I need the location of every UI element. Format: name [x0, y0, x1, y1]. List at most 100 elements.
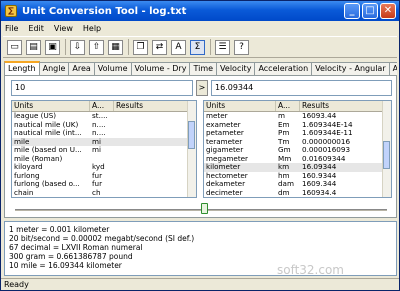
- tab-time[interactable]: Time: [189, 62, 218, 75]
- tab-velocity-angular[interactable]: Velocity - Angular: [311, 62, 390, 75]
- convert-arrow-button[interactable]: >: [196, 80, 208, 96]
- toolbar: ▭ ▤ ▣ ⇩ ⇧ ▦ ❐ ⇄ A Σ ☰ ?: [3, 36, 397, 58]
- tab-length[interactable]: Length: [4, 61, 40, 75]
- list-cell-abbr: Gm: [278, 146, 291, 154]
- list-cell-abbr: hm: [278, 171, 290, 180]
- list-cell-result: [114, 180, 188, 189]
- menu-help[interactable]: Help: [83, 24, 101, 33]
- open-icon[interactable]: ▤: [26, 39, 41, 55]
- source-unit-list[interactable]: Units A... Results league (US) st.... naut…: [11, 100, 197, 198]
- list-cell-abbr: ch: [92, 188, 101, 197]
- list-cell-unit: dekameter: [206, 180, 246, 188]
- import-icon[interactable]: ⇧: [89, 39, 104, 55]
- splitter-slider-thumb[interactable]: [201, 203, 208, 214]
- tab-angle[interactable]: Angle: [38, 62, 70, 75]
- list-item[interactable]: furlong (based o... fur: [12, 180, 196, 189]
- list-item[interactable]: petameter Pm 1.609344E-11: [204, 129, 391, 138]
- tab-velocity[interactable]: Velocity: [216, 62, 256, 75]
- list-item[interactable]: terameter Tm 0.000000016: [204, 138, 391, 147]
- toolbar-separator: [65, 39, 66, 55]
- list-item[interactable]: nautical mile (UK) n....: [12, 121, 196, 130]
- list-cell-result: [114, 163, 188, 172]
- list-item[interactable]: gigameter Gm 0.000016093: [204, 146, 391, 155]
- column-units[interactable]: Units: [12, 101, 90, 111]
- window-title: Unit Conversion Tool - log.txt: [22, 5, 187, 17]
- list-cell-abbr: mi: [92, 137, 101, 146]
- copy-icon[interactable]: ❐: [133, 39, 148, 55]
- list-cell-result: [114, 129, 188, 138]
- column-results[interactable]: Results: [300, 101, 384, 111]
- list-cell-unit: gigameter: [206, 146, 244, 154]
- list-item[interactable]: decimeter dm 160934.4: [204, 189, 391, 198]
- result-field[interactable]: 16.09344: [211, 80, 392, 96]
- sort-icon[interactable]: A: [171, 39, 186, 55]
- toolbar-separator: [210, 39, 211, 55]
- list-item[interactable]: dekameter dam 1609.344: [204, 180, 391, 189]
- list-cell-unit: mile (Roman): [14, 154, 63, 163]
- watermark: soft32.com: [276, 263, 344, 277]
- list-cell-result: [114, 146, 188, 155]
- menu-file[interactable]: File: [5, 24, 18, 33]
- list-cell-abbr: m: [278, 112, 286, 120]
- list-item[interactable]: league (US) st....: [12, 112, 196, 121]
- convert-icon[interactable]: ⇄: [152, 39, 167, 55]
- column-units[interactable]: Units: [204, 101, 276, 111]
- list-cell-abbr: kyd: [92, 163, 105, 171]
- menu-edit[interactable]: Edit: [28, 24, 44, 33]
- list-cell-unit: petameter: [206, 129, 244, 137]
- scroll-thumb[interactable]: [383, 141, 390, 169]
- target-unit-list[interactable]: Units A... Results meter m 16093.44 examete…: [203, 100, 392, 198]
- column-abbreviation[interactable]: A...: [276, 101, 300, 111]
- list-item[interactable]: nautical mile (int... n....: [12, 129, 196, 138]
- list-cell-abbr: fur: [92, 171, 103, 180]
- list-cell-abbr: Tm: [278, 137, 290, 146]
- maximize-button[interactable]: □: [362, 3, 378, 19]
- sum-icon[interactable]: Σ: [190, 39, 205, 55]
- list-item[interactable]: megameter Mm 0.01609344: [204, 155, 391, 164]
- new-icon[interactable]: ▭: [7, 39, 22, 55]
- list-cell-unit: kiloyard: [14, 163, 43, 171]
- close-button[interactable]: ✕: [380, 3, 396, 19]
- tab-acceleration-angular[interactable]: Acce: [388, 62, 397, 75]
- scroll-thumb[interactable]: [188, 121, 195, 149]
- column-results[interactable]: Results: [114, 101, 189, 111]
- menu-view[interactable]: View: [54, 24, 73, 33]
- list-header: Units A... Results: [12, 101, 196, 112]
- help-icon[interactable]: ?: [234, 39, 249, 55]
- list-item[interactable]: exameter Em 1.609344E-14: [204, 121, 391, 130]
- list-cell-unit: exameter: [206, 120, 241, 129]
- tab-acceleration[interactable]: Acceleration: [254, 62, 313, 75]
- column-abbreviation[interactable]: A...: [90, 101, 114, 111]
- list-cell-unit: kilometer: [206, 163, 241, 171]
- tab-volume-dry[interactable]: Volume - Dry: [130, 62, 191, 75]
- list-cell-result: [114, 189, 188, 198]
- list-cell-unit: decimeter: [206, 188, 243, 197]
- vertical-scrollbar[interactable]: [382, 101, 391, 197]
- title-bar[interactable]: ∑ Unit Conversion Tool - log.txt _ □ ✕: [1, 1, 399, 21]
- list-cell-result: 1.609344E-11: [302, 129, 353, 137]
- list-cell-abbr: fur: [92, 180, 103, 188]
- value-input[interactable]: 10: [11, 80, 193, 96]
- export-icon[interactable]: ⇩: [70, 39, 85, 55]
- list-cell-abbr: dam: [278, 180, 294, 188]
- options-icon[interactable]: ☰: [215, 39, 230, 55]
- list-cell-unit: league (US): [14, 112, 57, 120]
- list-cell-abbr: Mm: [278, 154, 292, 163]
- list-item[interactable]: mile mi: [12, 137, 196, 146]
- print-icon[interactable]: ▦: [108, 39, 123, 55]
- save-icon[interactable]: ▣: [45, 39, 60, 55]
- vertical-scrollbar[interactable]: [187, 101, 196, 197]
- list-item[interactable]: chain ch: [12, 189, 196, 198]
- tab-volume[interactable]: Volume: [93, 62, 132, 75]
- tab-area[interactable]: Area: [68, 62, 95, 75]
- list-item[interactable]: mile (based on U... mi: [12, 146, 196, 155]
- list-cell-unit: furlong: [14, 171, 40, 180]
- minimize-button[interactable]: _: [344, 3, 360, 19]
- list-item[interactable]: furlong fur: [12, 172, 196, 181]
- list-item[interactable]: kilometer km 16.09344: [204, 163, 391, 172]
- list-item[interactable]: mile (Roman): [12, 155, 196, 164]
- list-item[interactable]: kiloyard kyd: [12, 163, 196, 172]
- log-line: 20 bit/second = 0.00002 megabt/second (S…: [9, 234, 195, 243]
- list-item[interactable]: hectometer hm 160.9344: [204, 172, 391, 181]
- list-item[interactable]: meter m 16093.44: [204, 112, 391, 121]
